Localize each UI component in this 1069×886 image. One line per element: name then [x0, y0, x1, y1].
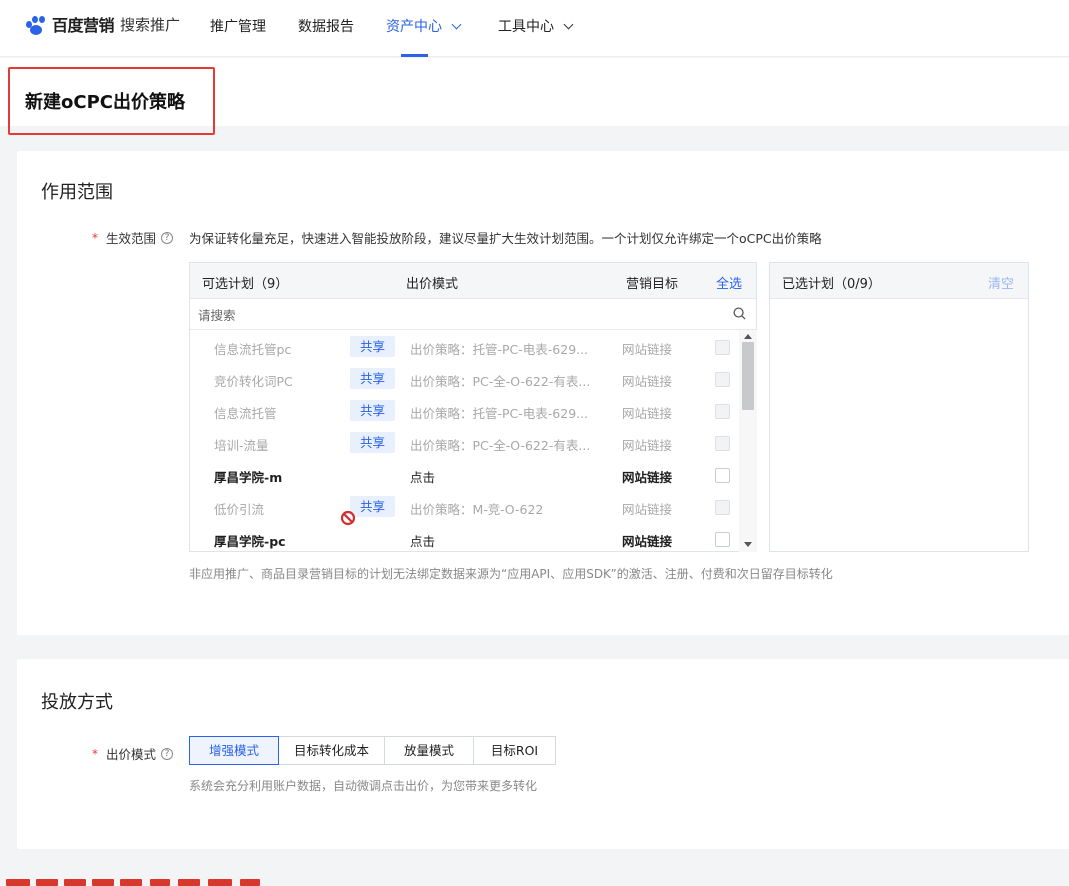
nav-item-label: 工具中心 — [498, 19, 554, 35]
plan-row: 低价引流 共享 出价策略：M-竞-O-622 网站链接 — [190, 491, 740, 523]
shared-tag: 共享 — [350, 432, 395, 453]
scroll-thumb[interactable] — [742, 342, 754, 410]
plan-row: 竞价转化词PC 共享 出价策略：PC-全-O-622-有表... 网站链接 — [190, 363, 740, 395]
plan-row[interactable]: 厚昌学院-m 点击 网站链接 — [190, 459, 740, 491]
plan-search — [190, 299, 756, 330]
shared-tag: 共享 — [350, 496, 395, 517]
plan-checkbox[interactable] — [715, 468, 730, 483]
plan-bid: 出价策略：M-竞-O-622 — [410, 502, 544, 517]
mode-target-cpa-button[interactable]: 目标转化成本 — [278, 736, 385, 765]
header-plans: 可选计划（9） — [202, 277, 289, 292]
section-title: 作用范围 — [41, 182, 113, 203]
plan-bid: 点击 — [410, 470, 436, 485]
help-icon[interactable]: ? — [161, 747, 174, 760]
brand-name: 百度营销 — [52, 16, 115, 35]
plan-name: 信息流托管pc — [214, 342, 292, 357]
page-title: 新建oCPC出价策略 — [25, 92, 185, 113]
plan-target: 网站链接 — [622, 534, 673, 549]
mode-volume-button[interactable]: 放量模式 — [384, 736, 474, 765]
plan-name: 厚昌学院-pc — [214, 534, 286, 549]
plan-name: 低价引流 — [214, 502, 265, 517]
baidu-paw-icon — [24, 12, 48, 36]
plan-target: 网站链接 — [622, 470, 673, 485]
plan-name: 培训-流量 — [214, 438, 269, 453]
available-plans-panel: 可选计划（9） 出价模式 营销目标 全选 信息流托管pc 共享 出价策略：托管-… — [189, 262, 757, 552]
shared-tag: 共享 — [350, 368, 395, 389]
select-all-link[interactable]: 全选 — [716, 273, 742, 292]
nav-item-promotion-management[interactable]: 推广管理 — [210, 16, 266, 36]
plan-row[interactable]: 厚昌学院-pc 点击 网站链接 — [190, 523, 740, 555]
search-input[interactable] — [198, 305, 718, 325]
nav-item-tool-center[interactable]: 工具中心 — [498, 16, 574, 36]
plan-checkbox[interactable] — [715, 532, 730, 547]
scroll-down-icon[interactable] — [744, 542, 752, 547]
plan-row: 信息流托管 共享 出价策略：托管-PC-电表-629... 网站链接 — [190, 395, 740, 427]
chevron-down-icon — [451, 19, 462, 29]
shared-tag: 共享 — [350, 336, 395, 357]
plan-bid: 出价策略：PC-全-O-622-有表... — [410, 438, 591, 453]
help-icon[interactable]: ? — [161, 231, 174, 244]
chevron-down-icon — [563, 19, 574, 29]
top-nav: 百度营销 搜索推广 推广管理 数据报告 资产中心 工具中心 — [0, 0, 1069, 57]
shared-tag: 共享 — [350, 400, 395, 421]
active-nav-indicator — [401, 54, 428, 57]
scope-note: 非应用推广、商品目录营销目标的计划无法绑定数据来源为“应用API、应用SDK”的… — [189, 567, 833, 581]
plan-checkbox — [715, 340, 730, 355]
effective-scope-label: * 生效范围 ? — [92, 228, 174, 247]
nav-item-asset-center[interactable]: 资产中心 — [386, 16, 462, 36]
plan-checkbox — [715, 372, 730, 387]
plan-bid: 出价策略：PC-全-O-622-有表... — [410, 374, 591, 389]
plan-checkbox — [715, 500, 730, 515]
required-asterisk-icon: * — [92, 746, 98, 761]
section-title: 投放方式 — [41, 692, 113, 713]
search-icon[interactable] — [733, 307, 746, 320]
header-target: 营销目标 — [626, 277, 679, 292]
clear-link[interactable]: 清空 — [988, 273, 1014, 292]
plan-target: 网站链接 — [622, 342, 673, 357]
product-name: 搜索推广 — [120, 15, 181, 34]
plan-name: 信息流托管 — [214, 406, 277, 421]
selected-plans-panel: 已选计划（0/9） 清空 — [769, 262, 1029, 552]
plan-name: 厚昌学院-m — [214, 470, 283, 485]
field-label: 出价模式 — [106, 747, 157, 762]
plan-bid: 出价策略：托管-PC-电表-629... — [410, 406, 589, 421]
plan-row: 信息流托管pc 共享 出价策略：托管-PC-电表-629... 网站链接 — [190, 331, 740, 363]
baidu-marketing-logo[interactable]: 百度营销 搜索推广 — [24, 12, 180, 36]
plan-name: 竞价转化词PC — [214, 374, 293, 389]
plan-checkbox — [715, 436, 730, 451]
plan-bid: 点击 — [410, 534, 436, 549]
plan-target: 网站链接 — [622, 438, 673, 453]
field-label: 生效范围 — [106, 231, 157, 246]
required-asterisk-icon: * — [92, 230, 98, 245]
bid-mode-selector: 增强模式 目标转化成本 放量模式 目标ROI — [189, 736, 556, 765]
plan-target: 网站链接 — [622, 406, 673, 421]
cropped-caption — [0, 877, 300, 886]
plan-row: 培训-流量 共享 出价策略：PC-全-O-622-有表... 网站链接 — [190, 427, 740, 459]
nav-item-label: 资产中心 — [386, 19, 442, 35]
nav-item-data-report[interactable]: 数据报告 — [298, 16, 354, 36]
plan-checkbox — [715, 404, 730, 419]
not-allowed-cursor-icon — [340, 510, 356, 526]
scroll-up-icon[interactable] — [744, 334, 752, 339]
mode-enhanced-button[interactable]: 增强模式 — [189, 736, 279, 765]
plan-list-scrollbar[interactable] — [739, 330, 757, 552]
nav-item-label: 推广管理 — [210, 19, 266, 35]
selected-count: 已选计划（0/9） — [782, 277, 881, 292]
header-bid-mode: 出价模式 — [406, 277, 459, 292]
nav-item-label: 数据报告 — [298, 19, 354, 35]
available-plans-header: 可选计划（9） 出价模式 营销目标 全选 — [190, 263, 756, 299]
bid-mode-hint: 系统会充分利用账户数据，自动微调点击出价，为您带来更多转化 — [189, 779, 538, 793]
bid-mode-label: * 出价模式 ? — [92, 744, 174, 763]
selected-plans-header: 已选计划（0/9） 清空 — [770, 263, 1028, 299]
plan-bid: 出价策略：托管-PC-电表-629... — [410, 342, 589, 357]
plan-target: 网站链接 — [622, 374, 673, 389]
mode-target-roi-button[interactable]: 目标ROI — [473, 736, 556, 765]
plan-target: 网站链接 — [622, 502, 673, 517]
scope-hint: 为保证转化量充足，快速进入智能投放阶段，建议尽量扩大生效计划范围。一个计划仅允许… — [189, 231, 822, 246]
